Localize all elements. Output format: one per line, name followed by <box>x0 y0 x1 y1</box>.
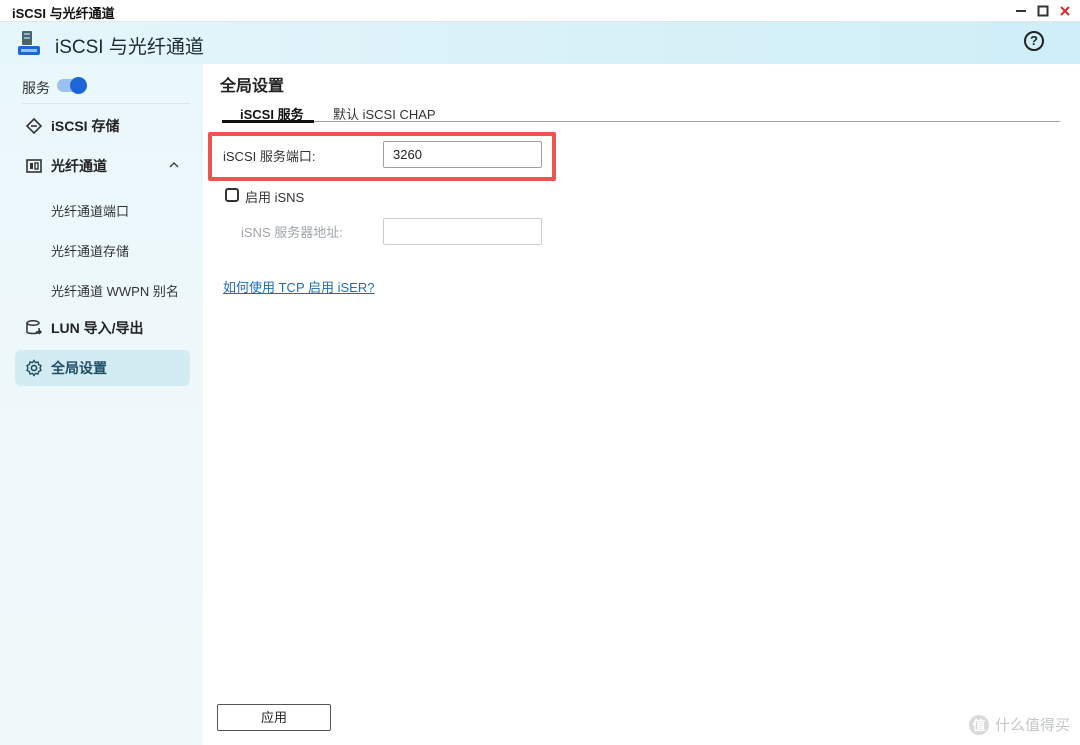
isns-server-label: iSNS 服务器地址: <box>241 225 343 240</box>
sidebar-subitem-fc-wwpn-alias[interactable]: 光纤通道 WWPN 别名 <box>51 281 179 300</box>
tab-default-iscsi-chap[interactable]: 默认 iSCSI CHAP <box>333 104 436 123</box>
toggle-knob <box>70 77 87 94</box>
sidebar-item-global-settings[interactable]: 全局设置 <box>15 350 190 386</box>
isns-server-input[interactable] <box>383 218 542 245</box>
sidebar-subitem-fc-ports[interactable]: 光纤通道端口 <box>51 201 129 220</box>
app-title: iSCSI 与光纤通道 <box>55 37 204 58</box>
chevron-up-icon[interactable] <box>168 159 180 171</box>
iscsi-port-label: iSCSI 服务端口: <box>223 149 316 164</box>
iscsi-port-input[interactable]: 3260 <box>383 141 542 168</box>
sidebar-item-label: 光纤通道 <box>51 158 107 174</box>
fibre-channel-icon <box>23 155 45 177</box>
apply-button[interactable]: 应用 <box>217 704 331 731</box>
sidebar-subitem-fc-storage[interactable]: 光纤通道存储 <box>51 241 129 260</box>
watermark-text: 什么值得买 <box>994 717 1070 734</box>
sidebar-item-iscsi-storage[interactable]: iSCSI 存储 <box>15 108 190 144</box>
service-label: 服务 <box>22 80 50 96</box>
sidebar-item-label: iSCSI 存储 <box>51 118 120 134</box>
tab-bar: iSCSI 服务 默认 iSCSI CHAP <box>222 102 1060 123</box>
sidebar: 服务 iSCSI 存储 光纤通道 光纤通道端口 光纤通道存储 光纤通道 WWPN… <box>0 64 203 745</box>
service-toggle[interactable] <box>57 77 87 94</box>
iscsi-storage-icon <box>23 115 45 137</box>
enable-isns-checkbox[interactable] <box>225 188 239 202</box>
close-icon[interactable] <box>1054 2 1076 20</box>
lun-import-export-icon <box>23 317 45 339</box>
help-icon[interactable]: ? <box>1024 31 1044 51</box>
settings-gear-icon <box>23 357 45 379</box>
window-title: iSCSI 与光纤通道 <box>12 6 115 21</box>
iser-help-link[interactable]: 如何使用 TCP 启用 iSER? <box>223 277 374 296</box>
service-row: 服务 <box>22 76 190 104</box>
minimize-icon[interactable] <box>1010 2 1032 20</box>
enable-isns-label: 启用 iSNS <box>245 190 305 205</box>
window-title-bar: iSCSI 与光纤通道 <box>0 0 1080 22</box>
app-logo-icon <box>18 31 40 55</box>
sidebar-item-label: LUN 导入/导出 <box>51 320 144 336</box>
window-controls <box>1010 2 1076 20</box>
page-title: 全局设置 <box>220 78 285 95</box>
sidebar-item-lun-import-export[interactable]: LUN 导入/导出 <box>15 310 190 346</box>
main-panel: 全局设置 iSCSI 服务 默认 iSCSI CHAP iSCSI 服务端口: … <box>203 64 1080 745</box>
sidebar-item-fibre-channel[interactable]: 光纤通道 <box>15 148 190 184</box>
maximize-icon[interactable] <box>1032 2 1054 20</box>
watermark: 值 什么值得买 <box>968 714 1070 735</box>
sidebar-item-label: 全局设置 <box>51 360 107 376</box>
app-header: iSCSI 与光纤通道 ? <box>0 22 1080 64</box>
watermark-badge: 值 <box>968 714 989 735</box>
active-tab-indicator <box>222 120 314 123</box>
